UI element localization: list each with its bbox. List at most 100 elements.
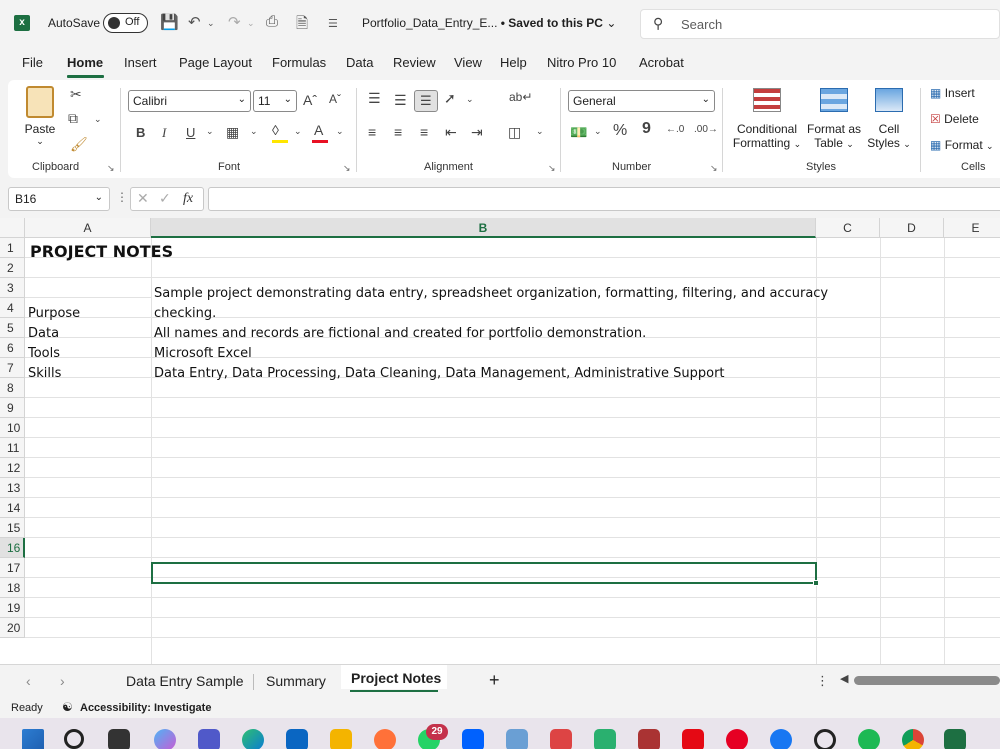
netflix-icon[interactable] xyxy=(682,729,704,749)
tab-file[interactable]: File xyxy=(22,55,43,70)
horizontal-scrollbar[interactable] xyxy=(854,676,1000,685)
cell-b3-line1[interactable]: Sample project demonstrating data entry,… xyxy=(154,286,828,301)
row-header-20[interactable]: 20 xyxy=(0,618,25,638)
accounting-format-icon[interactable]: 💵 xyxy=(570,124,587,141)
format-painter-icon[interactable]: 🖌 xyxy=(70,136,88,153)
row-header-13[interactable]: 13 xyxy=(0,478,25,498)
row-header-16[interactable]: 16 xyxy=(0,538,25,558)
tab-data[interactable]: Data xyxy=(346,55,373,70)
row-header-11[interactable]: 11 xyxy=(0,438,25,458)
autosave-toggle[interactable]: Off xyxy=(103,13,148,33)
insert-function-button[interactable]: fx xyxy=(183,191,193,207)
sheet-tab-summary[interactable]: Summary xyxy=(266,673,326,689)
media-player-icon[interactable] xyxy=(594,729,616,749)
decrease-decimal-icon[interactable]: .00→ xyxy=(694,124,718,135)
name-box[interactable]: B16 ⌄ xyxy=(8,187,110,211)
redo-dropdown-icon[interactable]: ⌄ xyxy=(247,18,255,29)
dialog-launcher-icon[interactable]: ↘ xyxy=(343,163,351,174)
paste-button[interactable]: Paste ⌄ xyxy=(22,86,58,147)
row-header-6[interactable]: 6 xyxy=(0,338,25,358)
decrease-indent-icon[interactable]: ⇤ xyxy=(445,124,457,141)
align-center-icon[interactable]: ≡ xyxy=(394,124,402,140)
accessibility-status[interactable]: Accessibility: Investigate xyxy=(80,702,211,714)
cell-a4[interactable]: Data xyxy=(28,326,59,341)
dialog-launcher-icon[interactable]: ↘ xyxy=(548,163,556,174)
borders-icon[interactable]: ▦ xyxy=(226,124,239,141)
tab-nitro[interactable]: Nitro Pro 10 xyxy=(547,55,616,70)
row-header-4[interactable]: 4 xyxy=(0,298,25,318)
more-options-icon[interactable]: ⋮ xyxy=(116,190,128,204)
column-header-e[interactable]: E xyxy=(944,218,1000,238)
increase-font-icon[interactable]: Aˆ xyxy=(303,92,317,108)
align-left-icon[interactable]: ≡ xyxy=(368,124,376,140)
orientation-icon[interactable]: ➚ xyxy=(444,90,456,107)
align-middle-icon[interactable]: ☰ xyxy=(394,92,407,109)
column-header-c[interactable]: C xyxy=(816,218,880,238)
print-preview-icon[interactable]: ⎙ xyxy=(266,13,278,30)
chevron-down-icon[interactable]: ⌄ xyxy=(466,94,474,105)
tab-view[interactable]: View xyxy=(454,55,482,70)
undo-icon[interactable]: ↶ xyxy=(188,13,201,31)
chevron-down-icon[interactable]: ⌄ xyxy=(594,126,602,137)
comma-style-button[interactable]: 9 xyxy=(642,120,651,138)
delete-cells-button[interactable]: ☒ Delete xyxy=(930,112,979,126)
row-header-17[interactable]: 17 xyxy=(0,558,25,578)
tab-formulas[interactable]: Formulas xyxy=(272,55,326,70)
number-format-select[interactable]: General ⌄ xyxy=(568,90,715,112)
row-header-8[interactable]: 8 xyxy=(0,378,25,398)
chevron-down-icon[interactable]: ⌄ xyxy=(94,114,102,125)
italic-button[interactable]: I xyxy=(162,125,166,141)
font-size-select[interactable]: 11 ⌄ xyxy=(253,90,297,112)
store-icon[interactable] xyxy=(286,729,308,749)
file-explorer-icon[interactable] xyxy=(330,729,352,749)
cell-a6[interactable]: Skills xyxy=(28,366,61,381)
cell-a3[interactable]: Purpose xyxy=(28,306,80,321)
search-icon[interactable] xyxy=(64,729,84,749)
save-icon[interactable]: 💾 xyxy=(160,13,179,31)
scroll-tabs-left-icon[interactable]: ‹ xyxy=(26,673,31,689)
edge-icon[interactable] xyxy=(242,729,264,749)
dropbox-icon[interactable] xyxy=(462,729,484,749)
chevron-down-icon[interactable]: ⌄ xyxy=(206,126,214,137)
worksheet-grid[interactable]: A B C D E 1 2 3 4 5 6 7 8 9 10 11 12 13 14 15 16 17 18 19 2… xyxy=(0,218,1000,664)
pinterest-icon[interactable] xyxy=(726,729,748,749)
chevron-down-icon[interactable]: ⌄ xyxy=(294,126,302,137)
undo-dropdown-icon[interactable]: ⌄ xyxy=(207,18,215,29)
row-header-9[interactable]: 9 xyxy=(0,398,25,418)
app-icon[interactable] xyxy=(638,729,660,749)
row-header-1[interactable]: 1 xyxy=(0,238,25,258)
chevron-down-icon[interactable]: ⌄ xyxy=(250,126,258,137)
align-top-icon[interactable]: ☰ xyxy=(368,90,381,107)
excel-taskbar-icon[interactable] xyxy=(944,729,966,749)
redo-icon[interactable]: ↷ xyxy=(228,13,241,31)
increase-decimal-icon[interactable]: ←.0 xyxy=(666,124,684,135)
scroll-tabs-right-icon[interactable]: › xyxy=(60,673,65,689)
row-header-7[interactable]: 7 xyxy=(0,358,25,378)
column-header-a[interactable]: A xyxy=(25,218,151,238)
document-title[interactable]: Portfolio_Data_Entry_E... • Saved to thi… xyxy=(362,16,616,30)
align-bottom-button[interactable]: ☰ xyxy=(414,90,438,112)
dialog-launcher-icon[interactable]: ↘ xyxy=(710,163,718,174)
cell-styles-button[interactable]: Cell Styles ⌄ xyxy=(866,88,912,150)
more-options-icon[interactable]: ⋮ xyxy=(816,673,829,689)
row-header-2[interactable]: 2 xyxy=(0,258,25,278)
fill-color-icon[interactable]: ◊ xyxy=(272,122,279,138)
tab-home[interactable]: Home xyxy=(67,55,103,70)
facebook-icon[interactable] xyxy=(770,729,792,749)
row-header-14[interactable]: 14 xyxy=(0,498,25,518)
insert-cells-button[interactable]: ▦ Insert xyxy=(930,86,975,100)
chevron-down-icon[interactable]: ⌄ xyxy=(536,126,544,137)
font-color-icon[interactable]: A xyxy=(314,122,323,138)
row-header-5[interactable]: 5 xyxy=(0,318,25,338)
row-header-3[interactable]: 3 xyxy=(0,278,25,298)
sheet-tab-data-entry-sample[interactable]: Data Entry Sample xyxy=(126,673,244,689)
accessibility-icon[interactable]: ☯ xyxy=(62,700,73,714)
customize-toolbar-icon[interactable]: ☰ xyxy=(328,17,338,30)
row-header-19[interactable]: 19 xyxy=(0,598,25,618)
row-header-18[interactable]: 18 xyxy=(0,578,25,598)
cell-a5[interactable]: Tools xyxy=(28,346,60,361)
dialog-launcher-icon[interactable]: ↘ xyxy=(107,163,115,174)
cell-b4[interactable]: All names and records are fictional and … xyxy=(154,326,646,341)
tab-acrobat[interactable]: Acrobat xyxy=(639,55,684,70)
windows-start-icon[interactable] xyxy=(22,729,44,749)
